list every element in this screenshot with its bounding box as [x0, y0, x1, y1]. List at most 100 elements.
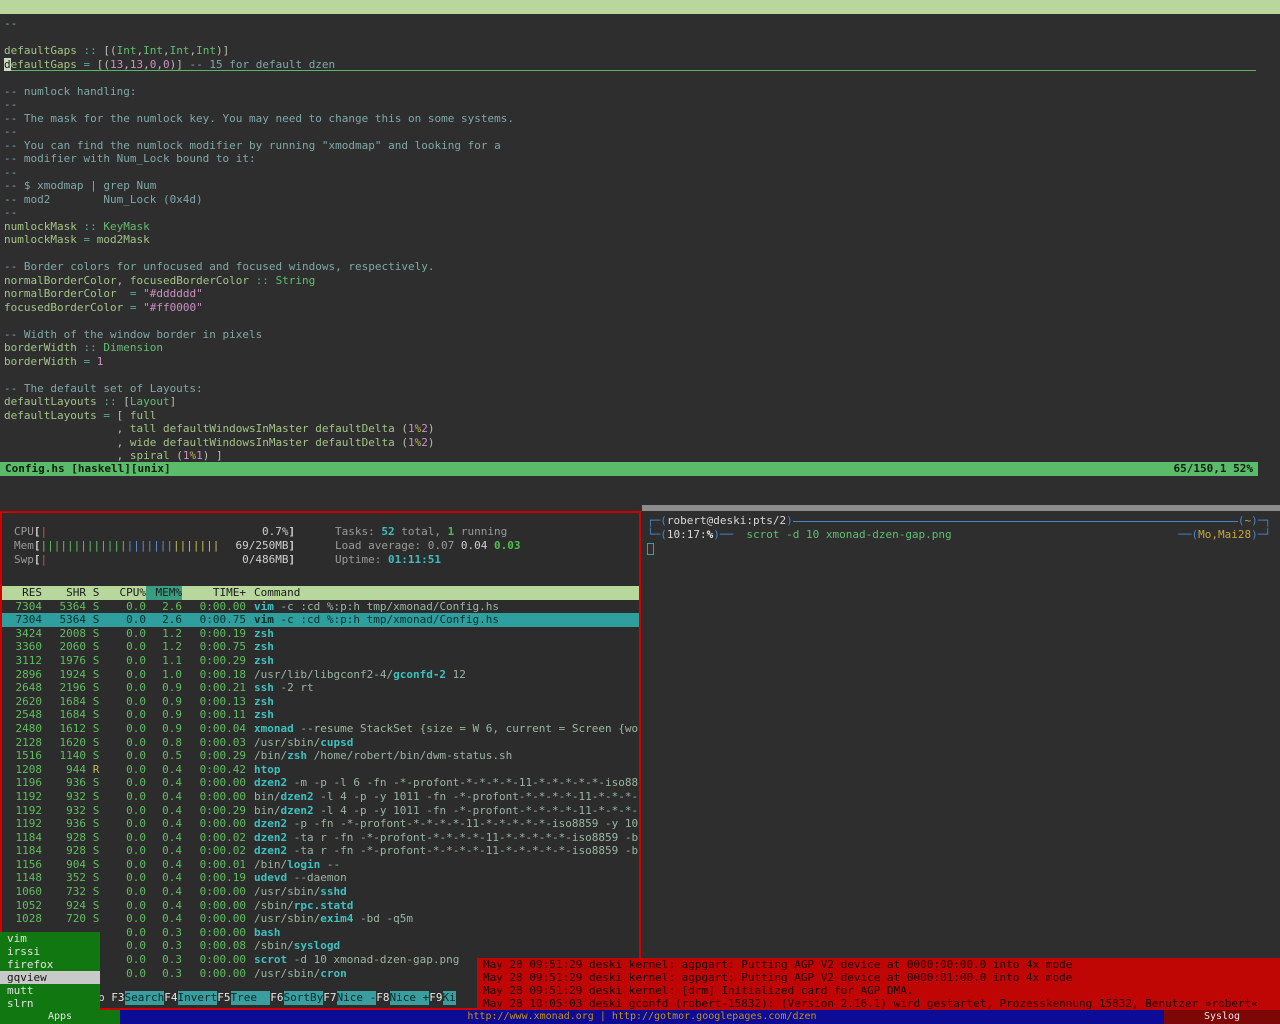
fnkey-f5[interactable]: F5: [217, 991, 230, 1005]
process-row[interactable]: 1184928S0.00.40:00.02dzen2 -ta r -fn -*-…: [2, 831, 639, 845]
cell-cpu: 0.0: [106, 912, 146, 926]
menu-item-mutt[interactable]: mutt: [0, 984, 100, 997]
menu-item-vim[interactable]: vim: [0, 932, 100, 945]
column-header-shr[interactable]: SHR: [42, 586, 86, 600]
process-row[interactable]: 25481684S0.00.90:00.11zsh: [2, 708, 639, 722]
prompt-rule: [793, 514, 1238, 528]
process-row[interactable]: 1156904S0.00.40:00.01/bin/login --: [2, 858, 639, 872]
process-row[interactable]: 33602060S0.01.20:00.75zsh: [2, 640, 639, 654]
terminal-cursor[interactable]: [647, 543, 654, 555]
typed-command[interactable]: scrot -d 10 xmonad-dzen-gap.png: [740, 528, 952, 542]
stat-segment: Uptime:: [335, 553, 388, 566]
process-row[interactable]: 1052924S0.00.40:00.00/sbin/rpc.statd: [2, 899, 639, 913]
cell-shr: 1684: [42, 695, 86, 709]
fnlabel-f4[interactable]: Invert: [178, 991, 218, 1005]
fnlabel-f8[interactable]: Nice +: [390, 991, 430, 1005]
terminal-window[interactable]: ┌─(robert@deski:pts/2)(~)─┐ └─(10:17:%)─…: [642, 505, 1280, 1010]
vim-code-segment: Int: [143, 44, 163, 57]
vim-code-segment: --: [4, 98, 17, 111]
process-table-header: RESSHRSCPU%MEM%TIME+Command: [2, 586, 639, 600]
cell-shr: 924: [42, 899, 86, 913]
command-name: dzen2: [254, 844, 287, 857]
fnlabel-f9[interactable]: Ki: [443, 991, 456, 1005]
cell-command: bash: [246, 926, 639, 940]
column-header-command[interactable]: Command: [246, 586, 639, 600]
process-row[interactable]: 15161140S0.00.50:00.29/bin/zsh /home/rob…: [2, 749, 639, 763]
menu-item-gqview[interactable]: gqview: [0, 971, 100, 984]
process-row[interactable]: 1208944R0.00.40:00.42htop: [2, 763, 639, 777]
column-header-s[interactable]: S: [86, 586, 106, 600]
column-header-mem[interactable]: MEM%: [146, 586, 182, 600]
cell-time: 0:00.29: [182, 804, 246, 818]
process-row[interactable]: 73045364S0.02.60:00.75vim -c :cd %:p:h t…: [2, 613, 639, 627]
meter-tick: |||||||||||||: [41, 539, 127, 552]
fnkey-f4[interactable]: F4: [164, 991, 177, 1005]
vim-code-line: , tall defaultWindowsInMaster defaultDel…: [4, 422, 1280, 436]
fnkey-f9[interactable]: F9: [429, 991, 442, 1005]
vim-code-segment: [117, 287, 130, 300]
process-row[interactable]: 31121976S0.01.10:00.29zsh: [2, 654, 639, 668]
process-row[interactable]: 21281620S0.00.80:00.03/usr/sbin/cupsd: [2, 736, 639, 750]
process-row[interactable]: 34242008S0.01.20:00.19zsh: [2, 627, 639, 641]
apps-menu-button[interactable]: Apps: [0, 1010, 120, 1024]
stat-segment: running: [454, 525, 507, 538]
cell-cpu: 0.0: [106, 654, 146, 668]
cell-mem: 0.3: [146, 953, 182, 967]
process-row[interactable]: 1196936S0.00.40:00.00dzen2 -m -p -l 6 -f…: [2, 776, 639, 790]
cell-command: zsh: [246, 640, 639, 654]
syslog-menu-button[interactable]: Syslog: [1164, 1010, 1280, 1024]
process-row[interactable]: 28961924S0.01.00:00.18/usr/lib/libgconf2…: [2, 668, 639, 682]
stat-segment: total,: [395, 525, 448, 538]
fnlabel-f7[interactable]: Nice -: [337, 991, 377, 1005]
command-name: zsh: [254, 695, 274, 708]
cell-state: S: [86, 790, 106, 804]
vim-code-segment: -- The default set of Layouts:: [4, 382, 203, 395]
fnlabel-f6[interactable]: SortBy: [284, 991, 324, 1005]
vim-code-segment: --: [4, 125, 17, 138]
process-row[interactable]: 26482196S0.00.90:00.21ssh -2 rt: [2, 681, 639, 695]
command-path: bin/: [254, 804, 281, 817]
vim-code-segment: [269, 274, 276, 287]
fnkey-f6[interactable]: F6: [270, 991, 283, 1005]
fnlabel-f3[interactable]: Search: [125, 991, 165, 1005]
cell-time: 0:00.00: [182, 817, 246, 831]
command-name: vim: [254, 613, 274, 626]
vim-buffer[interactable]: --defaultGaps :: [(Int,Int,Int,Int)]defa…: [4, 17, 1280, 463]
process-row[interactable]: 1148352S0.00.40:00.19udevd --daemon: [2, 871, 639, 885]
vim-statusline: Config.hs [haskell][unix] 65/150,1 52%: [0, 462, 1258, 476]
column-header-time[interactable]: TIME+: [182, 586, 246, 600]
process-row[interactable]: 1192932S0.00.40:00.29bin/dzen2 -l 4 -p -…: [2, 804, 639, 818]
cell-state: S: [86, 640, 106, 654]
vim-code-line: defaultGaps :: [(Int,Int,Int,Int)]: [4, 44, 1280, 58]
process-row[interactable]: 73045364S0.02.60:00.00vim -c :cd %:p:h t…: [2, 600, 639, 614]
menu-item-firefox[interactable]: firefox: [0, 958, 100, 971]
process-row[interactable]: 26201684S0.00.90:00.13zsh: [2, 695, 639, 709]
vim-code-line: [4, 368, 1280, 382]
command-args: 12: [446, 668, 466, 681]
cell-mem: 0.4: [146, 871, 182, 885]
process-row[interactable]: 1184928S0.00.40:00.02dzen2 -ta r -fn -*-…: [2, 844, 639, 858]
process-row[interactable]: 1192932S0.00.40:00.00bin/dzen2 -l 4 -p -…: [2, 790, 639, 804]
vim-window[interactable]: --defaultGaps :: [(Int,Int,Int,Int)]defa…: [0, 14, 1280, 509]
menu-item-irssi[interactable]: irssi: [0, 945, 100, 958]
syslog-line: May 28 09:51:29 deski kernel: agpgart: P…: [483, 958, 1280, 971]
column-header-res[interactable]: RES: [2, 586, 42, 600]
process-row[interactable]: 1028720S0.00.40:00.00/usr/sbin/exim4 -bd…: [2, 912, 639, 926]
process-row[interactable]: 1192936S0.00.40:00.00dzen2 -p -fn -*-pro…: [2, 817, 639, 831]
cell-command: /sbin/rpc.statd: [246, 899, 639, 913]
cell-cpu: 0.0: [106, 804, 146, 818]
process-row[interactable]: 24801612S0.00.90:00.04xmonad --resume St…: [2, 722, 639, 736]
fnkey-f7[interactable]: F7: [323, 991, 336, 1005]
terminal-cursor-line: [647, 542, 1271, 556]
vim-code-segment: 1: [196, 449, 203, 462]
stat-segment: Tasks:: [335, 525, 381, 538]
fnlabel-f5[interactable]: Tree: [231, 991, 271, 1005]
menu-item-slrn[interactable]: slrn: [0, 997, 100, 1010]
command-args: -l 4 -p -y 1011 -fn -*-profont-*-*-*-*-1…: [314, 804, 639, 817]
cell-mem: 0.8: [146, 736, 182, 750]
fnkey-f3[interactable]: F3: [111, 991, 124, 1005]
cell-res: 2128: [2, 736, 42, 750]
column-header-cpu[interactable]: CPU%: [106, 586, 146, 600]
process-row[interactable]: 1060732S0.00.40:00.00/usr/sbin/sshd: [2, 885, 639, 899]
fnkey-f8[interactable]: F8: [376, 991, 389, 1005]
